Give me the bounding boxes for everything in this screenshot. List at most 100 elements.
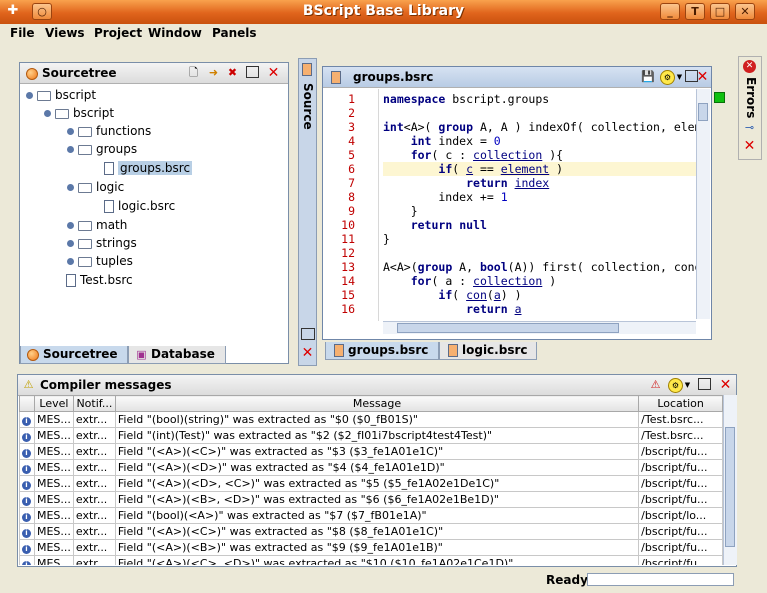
- column-header-icon[interactable]: [19, 395, 35, 412]
- column-header-level[interactable]: Level: [33, 395, 74, 412]
- row-message: Field "(<A>)(<B>, <D>)" was extracted as…: [114, 491, 640, 508]
- line-number: 8: [348, 190, 355, 204]
- tree-node-logic-bsrc[interactable]: logic.bsrc: [104, 199, 175, 217]
- editor-header: groups.bsrc 💾 ⚙ ▼ ✕: [323, 67, 711, 88]
- code-line: return index: [466, 176, 550, 190]
- scroll-thumb[interactable]: [698, 103, 708, 121]
- row-notification: extr...: [72, 523, 116, 540]
- tree-node-groups-bsrc[interactable]: groups.bsrc: [104, 161, 193, 179]
- line-number: 2: [348, 106, 355, 120]
- tree-node-logic[interactable]: logic: [67, 180, 124, 198]
- table-row[interactable]: i MES... extr... Field "(<A>)(<D>)" was ext…: [19, 459, 723, 476]
- compiler-close-icon[interactable]: ✕: [719, 378, 732, 392]
- window-title: BScript Base Library: [302, 3, 465, 19]
- editor-close-icon[interactable]: ✕: [696, 70, 709, 84]
- tree-node-strings[interactable]: strings: [67, 236, 137, 254]
- scroll-thumb[interactable]: [397, 323, 619, 333]
- info-icon: i: [22, 433, 31, 442]
- tree-node-functions[interactable]: functions: [67, 124, 151, 142]
- tab-groups-bsrc[interactable]: groups.bsrc: [325, 342, 439, 360]
- code-line: if( con(a) ): [438, 288, 522, 302]
- folder-icon: [78, 238, 92, 249]
- info-icon: i: [22, 513, 31, 522]
- code-line: for( a : collection ): [410, 274, 557, 288]
- code-area[interactable]: namespace bscript.groups int<A>( group A…: [383, 91, 696, 319]
- minimize-button[interactable]: _: [660, 3, 680, 20]
- menu-window[interactable]: Window: [148, 26, 202, 40]
- messages-vertical-scrollbar[interactable]: [723, 395, 737, 565]
- chevron-down-icon[interactable]: ▼: [681, 379, 694, 392]
- tree-node-math[interactable]: math: [67, 218, 127, 236]
- close-button[interactable]: ✕: [735, 3, 755, 20]
- new-file-icon[interactable]: 🗋: [187, 66, 200, 79]
- row-level: MES...: [33, 411, 74, 428]
- folder-icon: [78, 144, 92, 155]
- tab-database[interactable]: ▣ Database: [128, 346, 226, 364]
- info-icon: i: [22, 561, 31, 565]
- status-ok-marker: [714, 92, 725, 103]
- table-row[interactable]: i MES... extr... Field "(<A>)(<B>)" was ext…: [19, 539, 723, 556]
- row-level: MES...: [33, 555, 74, 565]
- line-number: 11: [341, 232, 355, 246]
- table-row[interactable]: i MES... extr... Field "(bool)(<A>)" was ex…: [19, 507, 723, 524]
- save-icon[interactable]: 💾: [641, 70, 655, 83]
- tab-sourcetree[interactable]: Sourcetree: [20, 346, 128, 364]
- tree-node-tuples[interactable]: tuples: [67, 254, 133, 272]
- table-row[interactable]: i MES... extr... Field "(<A>)(<C>)" was ext…: [19, 523, 723, 540]
- table-row[interactable]: i MES... extr... Field "(<A>)(<C>)" was ext…: [19, 443, 723, 460]
- row-notification: extr...: [72, 443, 116, 460]
- line-number: 16: [341, 302, 355, 316]
- line-number: 5: [348, 148, 355, 162]
- tree-node-bscript-root[interactable]: bscript: [26, 88, 96, 106]
- progress-bar: [587, 573, 734, 586]
- code-line: if( c == element ): [438, 162, 564, 176]
- editor-horizontal-scrollbar[interactable]: [383, 321, 696, 334]
- menu-panels[interactable]: Panels: [212, 26, 257, 40]
- tree-node-groups[interactable]: groups: [67, 142, 137, 160]
- table-row[interactable]: i MES... extr... Field "(<A>)(<B>, <D>)" wa…: [19, 491, 723, 508]
- errors-close-icon[interactable]: ✕: [743, 139, 756, 153]
- row-notification: extr...: [72, 491, 116, 508]
- column-header-location[interactable]: Location: [638, 395, 723, 412]
- row-notification: extr...: [72, 459, 116, 476]
- error-icon: ✕: [743, 60, 756, 73]
- row-message: Field "(<A>)(<D>)" was extracted as "$4 …: [114, 459, 640, 476]
- shade-button[interactable]: T: [685, 3, 705, 20]
- source-side-tab[interactable]: Source ✕: [298, 58, 317, 366]
- delete-file-icon[interactable]: ✖: [226, 66, 239, 79]
- row-level: MES...: [33, 523, 74, 540]
- open-file-icon[interactable]: ➜: [207, 66, 220, 79]
- tree-node-bscript[interactable]: bscript: [44, 106, 114, 124]
- menu-project[interactable]: Project: [94, 26, 142, 40]
- filter-warning-icon[interactable]: ⚠: [649, 378, 662, 391]
- row-level: MES...: [33, 443, 74, 460]
- scroll-thumb[interactable]: [725, 427, 735, 547]
- table-row[interactable]: i MES... extr... Field "(<A>)(<C>, <D>)" wa…: [19, 555, 723, 565]
- code-line: }: [383, 232, 390, 246]
- tree-node-test-bsrc[interactable]: Test.bsrc: [66, 273, 133, 291]
- table-row[interactable]: i MES... extr... Field "(<A>)(<D>, <C>)" wa…: [19, 475, 723, 492]
- code-line: int<A>( group A, A ) indexOf( collection…: [383, 120, 696, 134]
- close-panel-icon[interactable]: ✕: [267, 66, 280, 80]
- column-header-message[interactable]: Message: [114, 395, 640, 412]
- table-row[interactable]: i MES... extr... Field "(int)(Test)" was ex…: [19, 427, 723, 444]
- code-line: namespace bscript.groups: [383, 92, 550, 106]
- tab-logic-bsrc[interactable]: logic.bsrc: [439, 342, 537, 360]
- errors-side-tab[interactable]: ✕ Errors ⊸ ✕: [738, 56, 762, 160]
- source-close-icon[interactable]: ✕: [301, 346, 314, 360]
- compiler-maximize-icon[interactable]: [698, 378, 711, 390]
- editor-vertical-scrollbar[interactable]: [696, 89, 710, 319]
- row-level: MES...: [33, 507, 74, 524]
- table-row[interactable]: i MES... extr... Field "(bool)(string)" was…: [19, 411, 723, 428]
- menu-views[interactable]: Views: [45, 26, 85, 40]
- maximize-button[interactable]: □: [710, 3, 730, 20]
- row-message: Field "(<A>)(<C>)" was extracted as "$8 …: [114, 523, 640, 540]
- row-location: /Test.bsrc...: [638, 427, 723, 444]
- source-maximize-icon[interactable]: [301, 328, 315, 340]
- line-number: 14: [341, 274, 355, 288]
- file-icon: [66, 274, 76, 287]
- column-header-notification[interactable]: Notif...: [72, 395, 116, 412]
- pin-icon[interactable]: ⊸: [743, 121, 756, 134]
- menu-file[interactable]: File: [10, 26, 35, 40]
- maximize-panel-icon[interactable]: [246, 66, 259, 78]
